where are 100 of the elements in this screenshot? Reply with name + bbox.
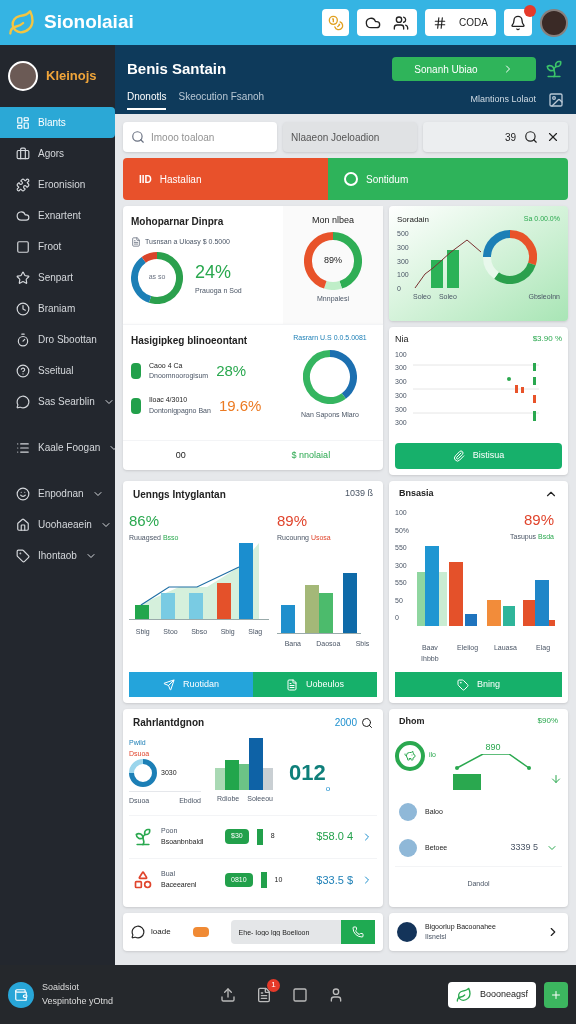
add-button[interactable]: [544, 981, 568, 1008]
search-icon: [361, 716, 373, 729]
percent-value: 24%: [195, 260, 233, 284]
bar: [189, 593, 203, 619]
plus-icon: [550, 988, 562, 1001]
data-point: [455, 766, 459, 770]
paperclip-icon: [452, 450, 465, 462]
ring: [395, 740, 425, 771]
code-button[interactable]: CODA: [425, 9, 496, 36]
bar: [305, 585, 319, 633]
location-text: Mlantions Lolaot: [470, 92, 536, 106]
app-button[interactable]: Boooneagsf: [447, 981, 536, 1008]
bar: [217, 583, 231, 619]
tools-button[interactable]: [357, 9, 418, 36]
card-title: Dhom: [399, 715, 425, 728]
trend-line: [414, 239, 482, 289]
peak-value: 890: [485, 740, 501, 754]
search-field[interactable]: Imooo toaloan: [123, 122, 277, 152]
send-icon: [163, 678, 175, 691]
status-tab[interactable]: IID Hastalian: [123, 158, 328, 200]
timer-icon: [16, 332, 30, 347]
close-icon: [546, 130, 560, 144]
briefcase-icon: [16, 146, 30, 161]
smile-icon: [16, 486, 30, 501]
search-icon: [524, 130, 538, 144]
sidebar-item[interactable]: Uoohaeaein: [0, 509, 115, 540]
bar: [431, 260, 443, 288]
sidebar-item[interactable]: Agors: [0, 138, 115, 169]
page-title: Benis Santain: [127, 58, 228, 79]
sidebar-item[interactable]: Sseitual: [0, 355, 115, 386]
home-icon: [16, 517, 30, 532]
footer-text: 00: [175, 448, 186, 462]
notification-badge: 1: [267, 978, 280, 992]
puzzle-icon: [16, 177, 30, 192]
star-icon: [16, 270, 30, 285]
percent-value: $3.90 %: [532, 333, 562, 345]
card-title: Nia: [395, 333, 409, 346]
square-icon: [16, 239, 30, 254]
coins-icon: [327, 14, 344, 31]
upload-icon[interactable]: [220, 986, 236, 1003]
plant-icon: [133, 826, 153, 847]
shapes-icon: [133, 869, 153, 890]
sidebar-item[interactable]: Kaale Foogan: [0, 432, 115, 463]
bar: [533, 376, 536, 385]
chat-icon: [16, 394, 30, 409]
card-value: 1039 ß: [344, 487, 373, 500]
card-title: Uenngs Intyglantan: [133, 488, 226, 502]
bar: [533, 410, 536, 421]
percent-value: 19.6%: [218, 395, 262, 416]
percent-value: 89%: [277, 511, 309, 531]
suffix-text: o: [325, 782, 331, 795]
bar: [503, 606, 515, 626]
tab[interactable]: Skeocution Fsanoh: [178, 89, 265, 110]
clock-icon: [16, 301, 30, 316]
bar: [521, 386, 524, 393]
card-title: Mohoparnar Dinpra: [131, 215, 225, 229]
card-title: Soradain: [397, 214, 430, 226]
sidebar-item[interactable]: Senpart: [0, 262, 115, 293]
sidebar-item[interactable]: Froot: [0, 231, 115, 262]
card-title: Rahrlantdgnon: [133, 716, 205, 730]
percent-value: 89%: [523, 510, 554, 530]
brand-name: Sionolaiai: [44, 10, 134, 35]
sidebar-item[interactable]: Enpodnan: [0, 478, 115, 509]
card-value: 2000: [334, 716, 357, 730]
sidebar-item[interactable]: Sas Searblin: [0, 386, 115, 417]
document-icon[interactable]: [256, 986, 272, 1003]
percent-value: $90%: [537, 715, 558, 727]
data-point: [527, 766, 531, 770]
amount-value: $33.5 $: [316, 872, 353, 888]
dashboard-icon: [16, 115, 30, 130]
sidebar-item[interactable]: Eroonision: [0, 169, 115, 200]
user-name: Kleinojs: [46, 67, 97, 86]
piggy-bank-icon: [404, 749, 416, 762]
avatar[interactable]: [540, 8, 568, 37]
image-icon: [548, 91, 564, 108]
avatar: [8, 61, 38, 91]
bar: [453, 774, 481, 790]
tab[interactable]: Dnonotls: [127, 89, 167, 110]
bar: [515, 384, 518, 393]
filter-field[interactable]: Nlaaeon Joeloadion: [283, 122, 417, 152]
sidebar-item[interactable]: Ihontaob: [0, 540, 115, 571]
document-icon: [286, 678, 298, 691]
level-bar: [260, 871, 267, 888]
cloud-icon: [16, 208, 30, 223]
plant-icon: [544, 59, 564, 79]
card-title: Hasigipkeg blinoeontant: [131, 334, 249, 348]
user-icon[interactable]: [328, 986, 344, 1003]
bottom-subtitle: Vespintohe yOtnd: [42, 994, 115, 1008]
square-icon[interactable]: [292, 986, 308, 1003]
percent-value: 86%: [129, 511, 161, 531]
bar: [449, 562, 463, 626]
sidebar-item[interactable]: Exnartent: [0, 200, 115, 231]
chat-icon: [131, 925, 145, 939]
amount-value: $58.0 4: [316, 829, 353, 845]
document-icon: [131, 237, 141, 248]
count-field[interactable]: 39: [423, 122, 568, 152]
leaf-icon: [455, 986, 472, 1003]
bar: [319, 593, 333, 633]
sidebar-item[interactable]: Braniam: [0, 293, 115, 324]
sidebar-item[interactable]: Dro Sboottan: [0, 324, 115, 355]
